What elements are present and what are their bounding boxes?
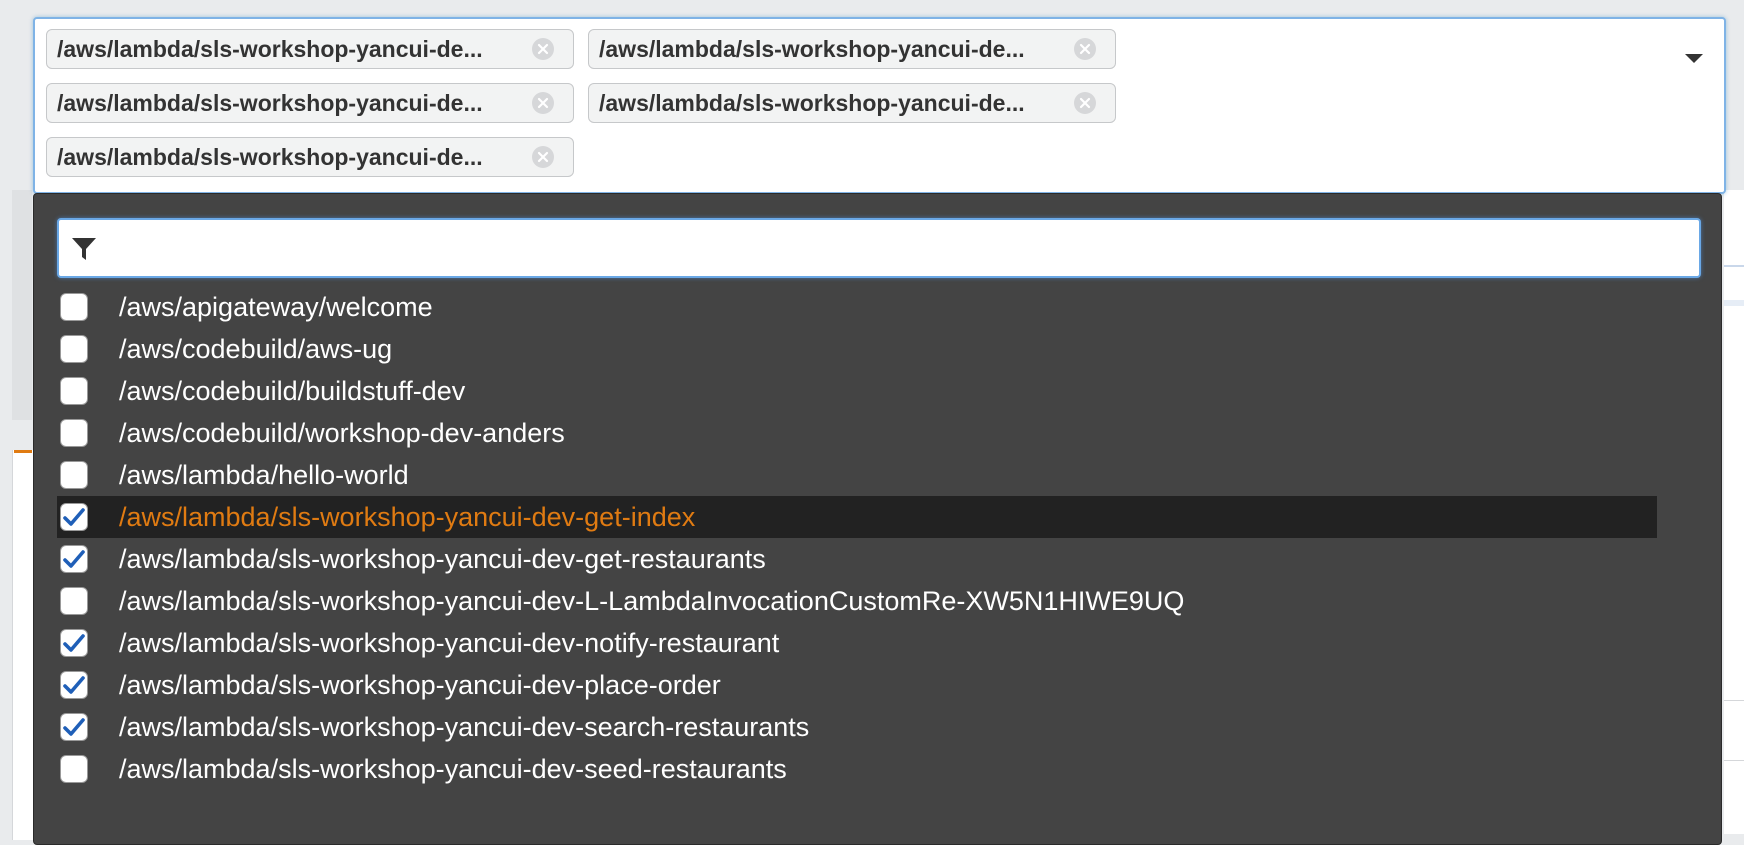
checkbox[interactable] — [60, 755, 88, 783]
checkmark-icon — [63, 676, 85, 694]
page-background — [0, 0, 12, 834]
log-group-dropdown: /aws/apigateway/welcome/aws/codebuild/aw… — [33, 193, 1722, 845]
checkmark-icon — [63, 718, 85, 736]
background-panel-left — [12, 450, 33, 840]
option-row[interactable]: /aws/lambda/sls-workshop-yancui-dev-get-… — [57, 538, 1657, 580]
selected-token: /aws/lambda/sls-workshop-yancui-de... — [46, 29, 574, 69]
option-label: /aws/codebuild/aws-ug — [119, 333, 393, 364]
checkbox-checked[interactable] — [60, 629, 88, 657]
checkmark-icon — [63, 634, 85, 652]
option-label: /aws/lambda/sls-workshop-yancui-dev-get-… — [119, 543, 766, 574]
checkbox-checked[interactable] — [60, 671, 88, 699]
checkbox[interactable] — [60, 587, 88, 615]
filter-input[interactable] — [109, 228, 1683, 270]
option-row[interactable]: /aws/codebuild/buildstuff-dev — [57, 370, 1657, 412]
token-label: /aws/lambda/sls-workshop-yancui-de... — [599, 89, 1025, 116]
remove-token-icon[interactable] — [532, 146, 554, 168]
option-row[interactable]: /aws/lambda/sls-workshop-yancui-dev-plac… — [57, 664, 1657, 706]
selected-token: /aws/lambda/sls-workshop-yancui-de... — [46, 137, 574, 177]
option-label: /aws/codebuild/buildstuff-dev — [119, 375, 466, 406]
option-label: /aws/lambda/sls-workshop-yancui-dev-plac… — [119, 669, 721, 700]
checkmark-icon — [63, 550, 85, 568]
filter-field[interactable] — [57, 218, 1701, 278]
checkmark-icon — [63, 508, 85, 526]
option-row[interactable]: /aws/codebuild/aws-ug — [57, 328, 1657, 370]
option-label: /aws/lambda/sls-workshop-yancui-dev-noti… — [119, 627, 780, 658]
checkbox[interactable] — [60, 293, 88, 321]
option-label: /aws/lambda/sls-workshop-yancui-dev-get-… — [119, 501, 696, 532]
option-label: /aws/apigateway/welcome — [119, 291, 433, 322]
selected-token: /aws/lambda/sls-workshop-yancui-de... — [588, 83, 1116, 123]
checkbox[interactable] — [60, 377, 88, 405]
option-label: /aws/lambda/hello-world — [119, 459, 409, 490]
remove-token-icon[interactable] — [532, 38, 554, 60]
option-label: /aws/lambda/sls-workshop-yancui-dev-seed… — [119, 753, 787, 784]
token-label: /aws/lambda/sls-workshop-yancui-de... — [57, 89, 483, 116]
option-row[interactable]: /aws/lambda/sls-workshop-yancui-dev-L-La… — [57, 580, 1657, 622]
token-label: /aws/lambda/sls-workshop-yancui-de... — [57, 35, 483, 62]
selected-token: /aws/lambda/sls-workshop-yancui-de... — [588, 29, 1116, 69]
option-row[interactable]: /aws/lambda/hello-world — [57, 454, 1657, 496]
token-label: /aws/lambda/sls-workshop-yancui-de... — [599, 35, 1025, 62]
remove-token-icon[interactable] — [532, 92, 554, 114]
log-group-multiselect[interactable]: /aws/lambda/sls-workshop-yancui-de... /a… — [33, 17, 1726, 194]
token-label: /aws/lambda/sls-workshop-yancui-de... — [57, 143, 483, 170]
filter-icon — [72, 238, 96, 260]
checkbox[interactable] — [60, 461, 88, 489]
option-row[interactable]: /aws/lambda/sls-workshop-yancui-dev-sear… — [57, 706, 1657, 748]
option-label: /aws/lambda/sls-workshop-yancui-dev-sear… — [119, 711, 810, 742]
option-row[interactable]: /aws/lambda/sls-workshop-yancui-dev-seed… — [57, 748, 1657, 790]
remove-token-icon[interactable] — [1074, 38, 1096, 60]
dropdown-caret-icon[interactable] — [1682, 49, 1706, 67]
selected-token: /aws/lambda/sls-workshop-yancui-de... — [46, 83, 574, 123]
checkbox-checked[interactable] — [60, 545, 88, 573]
checkbox[interactable] — [60, 335, 88, 363]
checkbox-checked[interactable] — [60, 713, 88, 741]
option-label: /aws/lambda/sls-workshop-yancui-dev-L-La… — [119, 585, 1185, 616]
remove-token-icon[interactable] — [1074, 92, 1096, 114]
option-row[interactable]: /aws/lambda/sls-workshop-yancui-dev-noti… — [57, 622, 1657, 664]
checkbox-checked[interactable] — [60, 503, 88, 531]
option-label: /aws/codebuild/workshop-dev-anders — [119, 417, 565, 448]
checkbox[interactable] — [60, 419, 88, 447]
option-row[interactable]: /aws/lambda/sls-workshop-yancui-dev-get-… — [57, 496, 1657, 538]
option-row[interactable]: /aws/codebuild/workshop-dev-anders — [57, 412, 1657, 454]
background-tab-accent — [14, 450, 32, 453]
background-panel-right — [1724, 190, 1744, 834]
background-panel — [12, 190, 32, 420]
option-row[interactable]: /aws/apigateway/welcome — [57, 286, 1657, 328]
